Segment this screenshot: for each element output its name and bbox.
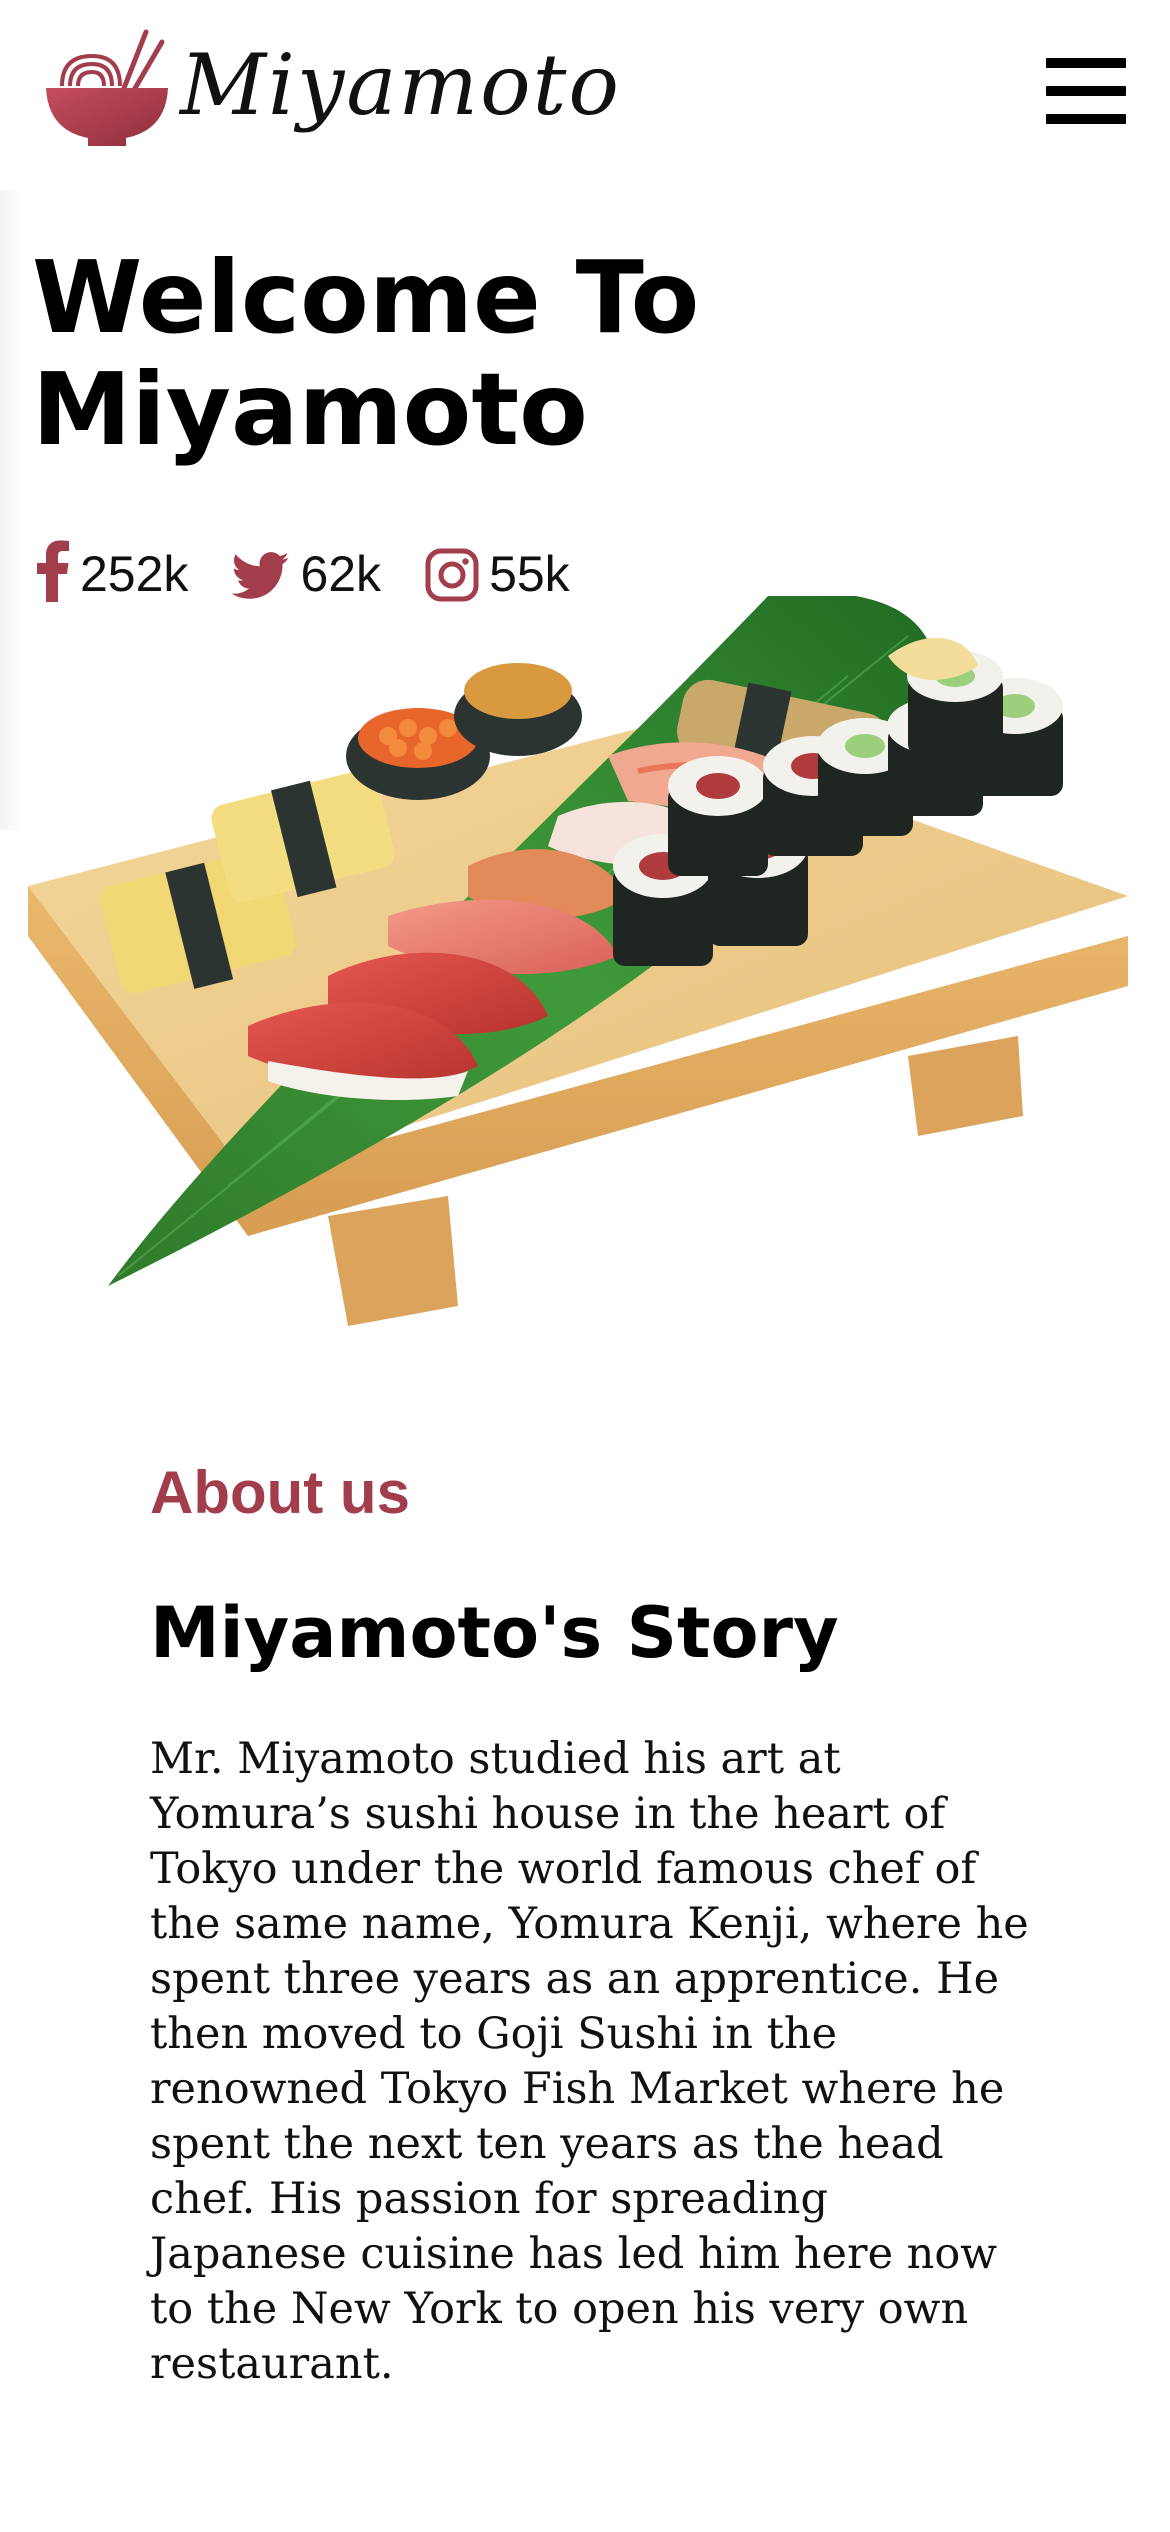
about-eyebrow: About us	[150, 1459, 410, 1526]
story-body: Mr. Miyamoto studied his art at Yomura’s…	[150, 1734, 1029, 2389]
facebook-count: 252k	[80, 546, 189, 602]
hero-title: Welcome To Miyamoto	[32, 242, 792, 466]
brand-name[interactable]: Miyamoto	[180, 30, 621, 140]
hero-title-line-1: Welcome To	[32, 239, 700, 356]
menu-bar	[1046, 58, 1126, 68]
sushi-platter-image	[28, 596, 1128, 1326]
twitter-icon	[232, 552, 290, 599]
page-edge-shadow	[0, 190, 22, 830]
social-stats: 252k 62k 55k	[36, 522, 614, 602]
instagram-count: 55k	[489, 546, 570, 602]
menu-bar	[1046, 86, 1126, 96]
social-item-twitter[interactable]: 62k	[232, 546, 381, 602]
social-item-instagram[interactable]: 55k	[425, 546, 570, 602]
hamburger-menu-icon[interactable]	[1046, 58, 1126, 124]
menu-bar	[1046, 114, 1126, 124]
hero-title-line-2: Miyamoto	[32, 351, 588, 468]
site-header: Miyamoto	[0, 0, 1170, 180]
instagram-icon	[425, 548, 479, 602]
facebook-icon	[37, 540, 69, 602]
twitter-count: 62k	[300, 546, 382, 602]
ramen-bowl-icon	[46, 29, 168, 146]
story-title: Miyamoto's Story	[150, 1592, 839, 1674]
social-item-facebook[interactable]: 252k	[36, 538, 188, 602]
